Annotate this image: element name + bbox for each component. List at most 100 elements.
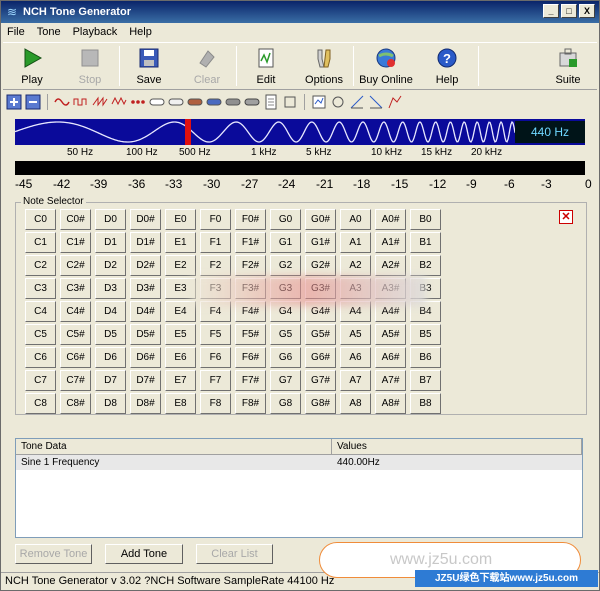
add-tone-button[interactable]: Add Tone <box>105 544 183 564</box>
clear-button[interactable]: Clear <box>178 43 236 89</box>
noise-white-icon[interactable] <box>149 94 165 110</box>
buy-online-button[interactable]: Buy Online <box>354 43 418 89</box>
note-button[interactable]: G7 <box>270 370 301 391</box>
note-button[interactable]: C0 <box>25 209 56 230</box>
frequency-marker[interactable] <box>185 119 191 145</box>
stop-button[interactable]: Stop <box>61 43 119 89</box>
note-button[interactable]: G0# <box>305 209 336 230</box>
note-button[interactable]: F1# <box>235 232 266 253</box>
note-button[interactable]: F0# <box>235 209 266 230</box>
note-button[interactable]: C6# <box>60 347 91 368</box>
note-button[interactable]: B6 <box>410 347 441 368</box>
note-button[interactable]: C8 <box>25 393 56 414</box>
note-button[interactable]: D4 <box>95 301 126 322</box>
clear-list-button[interactable]: Clear List <box>196 544 273 564</box>
triangle-wave-icon[interactable] <box>111 94 127 110</box>
note-button[interactable]: G6# <box>305 347 336 368</box>
note-button[interactable]: C5 <box>25 324 56 345</box>
note-button[interactable]: C3# <box>60 278 91 299</box>
note-button[interactable]: B2 <box>410 255 441 276</box>
note-button[interactable]: C4 <box>25 301 56 322</box>
note-button[interactable]: A1# <box>375 232 406 253</box>
note-button[interactable]: C2 <box>25 255 56 276</box>
sweep-icon[interactable] <box>330 94 346 110</box>
note-button[interactable]: G6 <box>270 347 301 368</box>
note-button[interactable]: E6 <box>165 347 196 368</box>
note-button[interactable]: F8 <box>200 393 231 414</box>
minimize-button[interactable]: _ <box>543 4 559 18</box>
note-button[interactable]: B0 <box>410 209 441 230</box>
note-button[interactable]: F6 <box>200 347 231 368</box>
note-button[interactable]: G2# <box>305 255 336 276</box>
noise-blue-icon[interactable] <box>206 94 222 110</box>
dots-wave-icon[interactable] <box>130 94 146 110</box>
title-bar[interactable]: ≋ NCH Tone Generator _ □ X <box>1 1 599 23</box>
menu-help[interactable]: Help <box>123 26 158 38</box>
note-button[interactable]: F6# <box>235 347 266 368</box>
note-button[interactable]: D8 <box>95 393 126 414</box>
note-button[interactable]: G5# <box>305 324 336 345</box>
note-button[interactable]: G5 <box>270 324 301 345</box>
note-button[interactable]: C1 <box>25 232 56 253</box>
note-button[interactable]: D3# <box>130 278 161 299</box>
note-button[interactable]: A1 <box>340 232 371 253</box>
frame-icon[interactable] <box>282 94 298 110</box>
note-button[interactable]: D5# <box>130 324 161 345</box>
remove-tone-button[interactable]: Remove Tone <box>15 544 92 564</box>
play-button[interactable]: Play <box>3 43 61 89</box>
note-button[interactable]: F7# <box>235 370 266 391</box>
note-button[interactable]: F5# <box>235 324 266 345</box>
save-button[interactable]: Save <box>120 43 178 89</box>
note-button[interactable]: C3 <box>25 278 56 299</box>
note-button[interactable]: D8# <box>130 393 161 414</box>
noise-pink-icon[interactable] <box>168 94 184 110</box>
close-note-selector-icon[interactable]: ✕ <box>559 210 573 224</box>
note-button[interactable]: G1# <box>305 232 336 253</box>
note-button[interactable]: C6 <box>25 347 56 368</box>
note-button[interactable]: A0# <box>375 209 406 230</box>
note-button[interactable]: D0 <box>95 209 126 230</box>
envelope-icon[interactable] <box>387 94 403 110</box>
note-button[interactable]: A8# <box>375 393 406 414</box>
note-button[interactable]: A8 <box>340 393 371 414</box>
table-row[interactable]: Sine 1 Frequency 440.00Hz <box>16 455 582 470</box>
note-button[interactable]: A6 <box>340 347 371 368</box>
menu-file[interactable]: File <box>1 26 31 38</box>
note-button[interactable]: C1# <box>60 232 91 253</box>
close-button[interactable]: X <box>579 4 595 18</box>
note-button[interactable]: D2# <box>130 255 161 276</box>
menu-tone[interactable]: Tone <box>31 26 67 38</box>
sawtooth-wave-icon[interactable] <box>92 94 108 110</box>
note-button[interactable]: F2 <box>200 255 231 276</box>
note-button[interactable]: E0 <box>165 209 196 230</box>
ramp-up-icon[interactable] <box>349 94 365 110</box>
noise-dark-icon[interactable] <box>244 94 260 110</box>
note-button[interactable]: E2 <box>165 255 196 276</box>
note-button[interactable]: F2# <box>235 255 266 276</box>
remove-tone-small-icon[interactable] <box>25 94 41 110</box>
note-button[interactable]: C0# <box>60 209 91 230</box>
note-button[interactable]: C7# <box>60 370 91 391</box>
note-button[interactable]: D4# <box>130 301 161 322</box>
add-tone-small-icon[interactable] <box>6 94 22 110</box>
note-button[interactable]: C4# <box>60 301 91 322</box>
note-button[interactable]: F1 <box>200 232 231 253</box>
note-button[interactable]: A0 <box>340 209 371 230</box>
note-button[interactable]: A5# <box>375 324 406 345</box>
note-button[interactable]: C7 <box>25 370 56 391</box>
note-button[interactable]: F5 <box>200 324 231 345</box>
noise-gray-icon[interactable] <box>225 94 241 110</box>
note-button[interactable]: G1 <box>270 232 301 253</box>
note-button[interactable]: G8 <box>270 393 301 414</box>
suite-button[interactable]: Suite <box>539 43 597 89</box>
note-button[interactable]: B7 <box>410 370 441 391</box>
note-button[interactable]: D1# <box>130 232 161 253</box>
document-icon[interactable] <box>263 94 279 110</box>
note-button[interactable]: D7# <box>130 370 161 391</box>
note-button[interactable]: F8# <box>235 393 266 414</box>
note-button[interactable]: D5 <box>95 324 126 345</box>
note-button[interactable]: C8# <box>60 393 91 414</box>
note-button[interactable]: C2# <box>60 255 91 276</box>
maximize-button[interactable]: □ <box>561 4 577 18</box>
note-button[interactable]: G0 <box>270 209 301 230</box>
